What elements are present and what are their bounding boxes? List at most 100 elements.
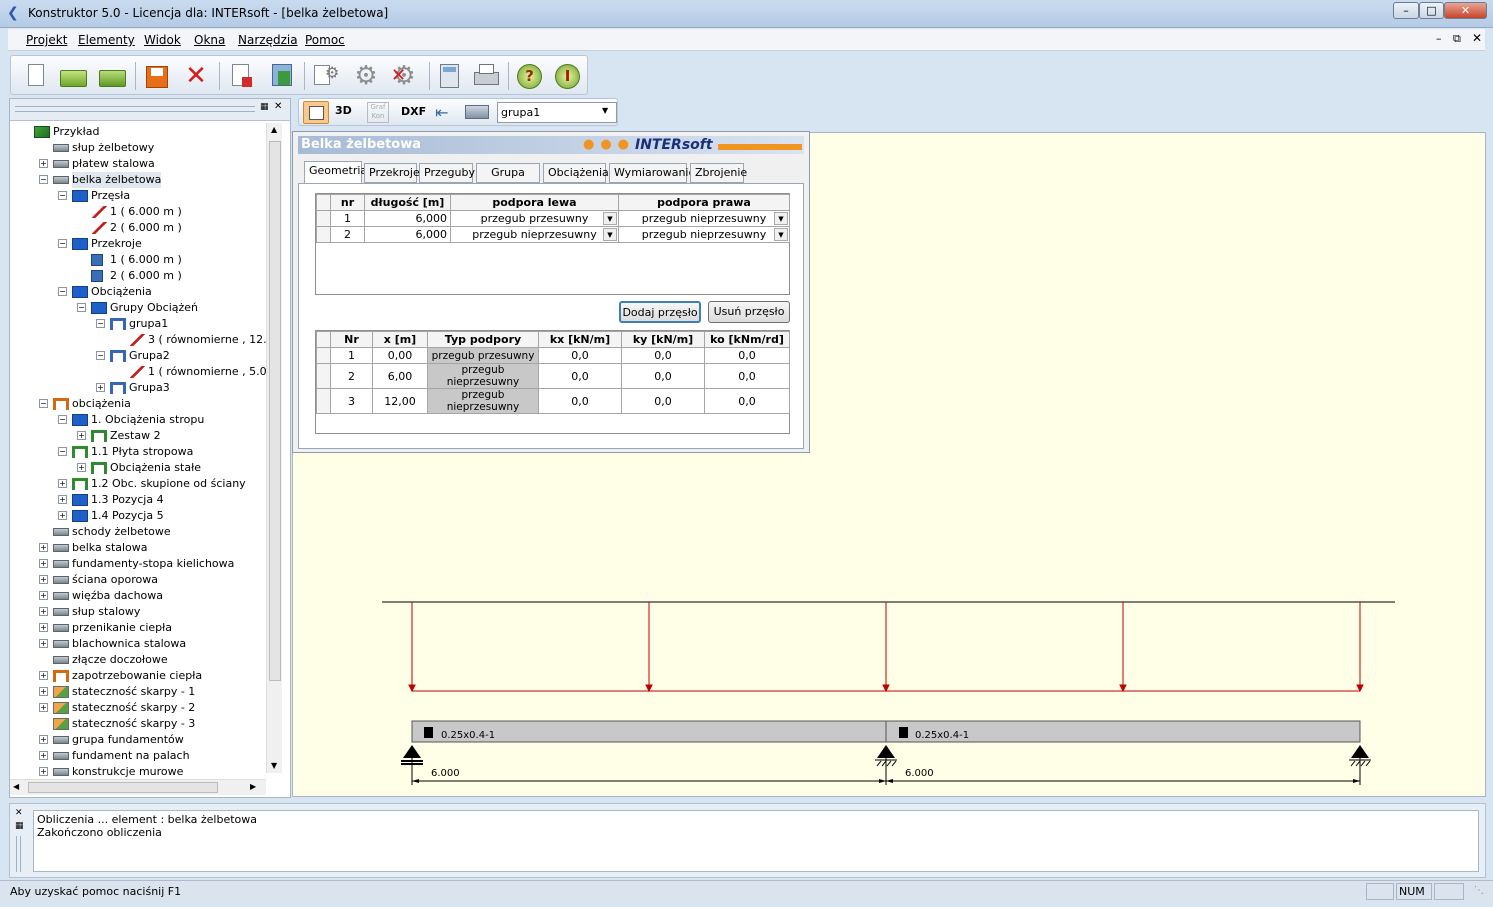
load-arrow-icon[interactable]: ⇤ <box>435 103 457 123</box>
help-icon[interactable]: ? <box>514 61 544 91</box>
cell-length[interactable]: 6,000 <box>364 210 451 227</box>
cell-support-type[interactable]: przegub nieprzesuwny <box>427 388 539 414</box>
collapse-icon[interactable]: − <box>58 415 67 424</box>
expand-icon[interactable]: + <box>77 431 86 440</box>
expand-icon[interactable]: + <box>58 511 67 520</box>
open-folder2-icon[interactable] <box>97 61 127 91</box>
cell-x[interactable]: 6,00 <box>372 363 428 389</box>
grafkon-icon[interactable]: Graf Kon <box>367 102 389 123</box>
calculator-icon[interactable] <box>434 61 464 91</box>
cell-nr[interactable]: 3 <box>330 388 373 414</box>
cell-kx[interactable]: 0,0 <box>538 347 622 364</box>
cell-ko[interactable]: 0,0 <box>704 388 790 414</box>
collapse-icon[interactable]: − <box>39 399 48 408</box>
cell-left-support[interactable]: przegub nieprzesuwny ▼ <box>450 226 619 243</box>
menu-projekt[interactable]: Projekt <box>26 33 67 47</box>
tab-geometria[interactable]: Geometria <box>304 161 367 184</box>
export-doc-icon[interactable] <box>226 61 256 91</box>
collapse-icon[interactable]: − <box>77 303 86 312</box>
cell-ky[interactable]: 0,0 <box>621 347 705 364</box>
collapse-icon[interactable]: − <box>58 447 67 456</box>
cell-support-type[interactable]: przegub przesuwny <box>427 347 539 364</box>
save-icon[interactable] <box>142 61 172 91</box>
resize-grip-icon[interactable]: ⋱ <box>1474 885 1484 896</box>
expand-icon[interactable]: + <box>39 543 48 552</box>
expand-icon[interactable]: + <box>39 639 48 648</box>
cell-nr[interactable]: 2 <box>330 226 365 243</box>
menu-okna[interactable]: Okna <box>194 33 225 47</box>
tab-wymiarowanie[interactable]: Wymiarowanie <box>609 163 695 183</box>
collapse-icon[interactable]: − <box>58 191 67 200</box>
gear-delete-icon[interactable]: ⚙ ✕ <box>389 61 419 91</box>
cell-x[interactable]: 12,00 <box>372 388 428 414</box>
table-row[interactable]: 2 6,000 przegub nieprzesuwny ▼ przegub niepr… <box>316 226 790 243</box>
collapse-icon[interactable]: − <box>96 319 105 328</box>
panel-close-icon[interactable]: ✕ <box>274 101 282 112</box>
cell-left-support[interactable]: przegub przesuwny ▼ <box>450 210 619 227</box>
settings-doc-icon[interactable]: ⚙ <box>310 61 340 91</box>
tab-grupa-obc[interactable]: Grupa Obc. <box>476 163 540 197</box>
new-file-icon[interactable] <box>21 61 51 91</box>
expand-icon[interactable]: + <box>58 495 67 504</box>
output-close-icon[interactable]: ✕ <box>15 808 23 818</box>
expand-icon[interactable]: + <box>96 383 105 392</box>
cell-length[interactable]: 6,000 <box>364 226 451 243</box>
open-folder-icon[interactable] <box>58 61 88 91</box>
table-row[interactable]: 3 12,00 przegub nieprzesuwny 0,0 0,0 0,0 <box>316 388 790 414</box>
tab-zbrojenie[interactable]: Zbrojenie <box>690 163 747 183</box>
expand-icon[interactable]: + <box>77 463 86 472</box>
view-3d-button[interactable]: 3D <box>335 104 352 117</box>
maximize-button[interactable]: □ <box>1419 2 1444 19</box>
expand-icon[interactable]: + <box>39 575 48 584</box>
collapse-icon[interactable]: − <box>96 351 105 360</box>
output-pin-icon[interactable]: ▦ <box>15 821 24 831</box>
scroll-thumb[interactable] <box>269 141 281 681</box>
expand-icon[interactable]: + <box>39 159 48 168</box>
tab-obciazenia[interactable]: Obciążenia <box>543 163 609 183</box>
collapse-icon[interactable]: − <box>58 287 67 296</box>
expand-icon[interactable]: + <box>39 687 48 696</box>
expand-icon[interactable]: + <box>39 735 48 744</box>
remove-span-button[interactable]: Usuń przęsło <box>708 301 790 323</box>
chevron-down-icon[interactable]: ▼ <box>603 228 617 241</box>
close-button[interactable]: ✕ <box>1444 2 1487 19</box>
table-row[interactable]: 2 6,00 przegub nieprzesuwny 0,0 0,0 0,0 <box>316 363 790 389</box>
cell-nr[interactable]: 1 <box>330 347 373 364</box>
cell-support-type[interactable]: przegub nieprzesuwny <box>427 363 539 389</box>
menu-widok[interactable]: Widok <box>144 33 181 47</box>
mdi-restore-icon[interactable]: ⧉ <box>1453 32 1461 46</box>
group-select[interactable]: grupa1 ▼ <box>497 102 617 123</box>
report-icon[interactable] <box>267 61 297 91</box>
cell-nr[interactable]: 1 <box>330 210 365 227</box>
minimize-button[interactable]: – <box>1393 2 1419 19</box>
chevron-down-icon[interactable]: ▼ <box>603 212 617 225</box>
mdi-close-icon[interactable]: ✕ <box>1472 31 1482 45</box>
tab-przeguby[interactable]: Przeguby <box>419 163 475 183</box>
gear-icon[interactable]: ⚙ <box>351 61 381 91</box>
menu-narzedzia[interactable]: Narzędzia <box>238 33 298 47</box>
expand-icon[interactable]: + <box>39 767 48 776</box>
delete-icon[interactable]: ✕ <box>181 61 211 91</box>
expand-icon[interactable]: + <box>39 591 48 600</box>
dxf-export-button[interactable]: DXF <box>401 105 426 118</box>
menu-elementy[interactable]: Elementy <box>78 33 135 47</box>
tree-vertical-scrollbar[interactable]: ▲ ▼ <box>266 123 282 773</box>
table-row[interactable]: 1 0,00 przegub przesuwny 0,0 0,0 0,0 <box>316 347 790 364</box>
cell-kx[interactable]: 0,0 <box>538 363 622 389</box>
cell-nr[interactable]: 2 <box>330 363 373 389</box>
mdi-minimize-icon[interactable]: – <box>1436 32 1442 45</box>
tree-horizontal-scrollbar[interactable]: ◀ ▶ <box>10 779 266 795</box>
cell-x[interactable]: 0,00 <box>372 347 428 364</box>
expand-icon[interactable]: + <box>39 623 48 632</box>
chevron-down-icon[interactable]: ▼ <box>774 212 788 225</box>
expand-icon[interactable]: + <box>39 559 48 568</box>
cell-ko[interactable]: 0,0 <box>704 363 790 389</box>
expand-icon[interactable]: + <box>39 751 48 760</box>
expand-icon[interactable]: + <box>39 703 48 712</box>
cell-ko[interactable]: 0,0 <box>704 347 790 364</box>
cell-ky[interactable]: 0,0 <box>621 363 705 389</box>
list-view-icon[interactable] <box>303 101 329 124</box>
print-icon[interactable] <box>471 61 501 91</box>
expand-icon[interactable]: + <box>39 607 48 616</box>
add-span-button[interactable]: Dodaj przęsło <box>619 301 701 323</box>
